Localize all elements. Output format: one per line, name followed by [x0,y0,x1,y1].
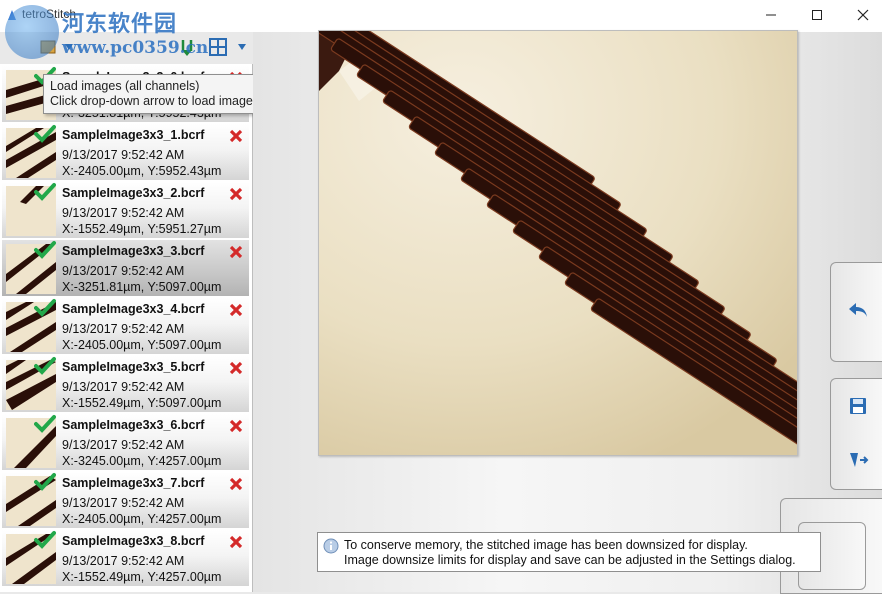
grid-layout-icon [209,38,227,56]
image-timestamp: 9/13/2017 9:52:42 AM [62,264,185,278]
image-coordinates: X:-1552.49µm, Y:5097.00µm [62,396,222,410]
check-icon [34,473,56,491]
image-filename: SampleImage3x3_2.bcrf [62,186,205,200]
image-filename: SampleImage3x3_4.bcrf [62,302,205,316]
image-timestamp: 9/13/2017 9:52:42 AM [62,206,185,220]
close-button[interactable] [840,0,882,30]
close-icon [857,9,869,21]
image-coordinates: X:-3251.81µm, Y:5097.00µm [62,280,222,294]
minimize-button[interactable] [748,0,794,30]
dropdown-arrow-icon [238,44,246,50]
info-icon [323,538,339,554]
remove-icon[interactable] [228,476,244,492]
image-filename: SampleImage3x3_7.bcrf [62,476,205,490]
image-coordinates: X:-2405.00µm, Y:4257.00µm [62,512,222,526]
check-icon [34,125,56,143]
export-icon [850,453,869,467]
undo-button[interactable] [836,290,880,330]
grid-layout-dropdown[interactable] [236,36,248,58]
image-list-item[interactable]: SampleImage3x3_3.bcrf 9/13/2017 9:52:42 A… [2,240,249,296]
maximize-icon [812,10,822,20]
check-icon [34,299,56,317]
undo-icon [849,303,867,317]
image-timestamp: 9/13/2017 9:52:42 AM [62,322,185,336]
export-button[interactable] [836,442,880,478]
stitched-image [319,31,797,455]
remove-icon[interactable] [228,302,244,318]
image-list-item[interactable]: SampleImage3x3_7.bcrf 9/13/2017 9:52:42 A… [2,472,249,528]
watermark-url: www.pc0359.cn [62,38,209,58]
image-filename: SampleImage3x3_3.bcrf [62,244,205,258]
image-list-item[interactable]: SampleImage3x3_2.bcrf 9/13/2017 9:52:42 A… [2,182,249,238]
minimize-icon [766,14,776,16]
image-list-item[interactable]: SampleImage3x3_4.bcrf 9/13/2017 9:52:42 A… [2,298,249,354]
image-coordinates: X:-1552.49µm, Y:4257.00µm [62,570,222,584]
watermark-text: 河东软件园 [62,11,178,37]
remove-icon[interactable] [228,244,244,260]
remove-icon[interactable] [228,418,244,434]
memory-notice: To conserve memory, the stitched image h… [317,532,821,572]
image-timestamp: 9/13/2017 9:52:42 AM [62,496,185,510]
image-filename: SampleImage3x3_6.bcrf [62,418,205,432]
check-icon [34,183,56,201]
image-filename: SampleImage3x3_5.bcrf [62,360,205,374]
image-list-item[interactable]: SampleImage3x3_6.bcrf 9/13/2017 9:52:42 A… [2,414,249,470]
stitched-image-canvas[interactable] [318,30,798,456]
remove-icon[interactable] [228,128,244,144]
image-coordinates: X:-3245.00µm, Y:4257.00µm [62,454,222,468]
check-icon [34,415,56,433]
image-list-item[interactable]: SampleImage3x3_5.bcrf 9/13/2017 9:52:42 A… [2,356,249,412]
image-timestamp: 9/13/2017 9:52:42 AM [62,148,185,162]
image-timestamp: 9/13/2017 9:52:42 AM [62,438,185,452]
notice-line-1: To conserve memory, the stitched image h… [344,538,748,552]
image-list-item[interactable]: SampleImage3x3_1.bcrf 9/13/2017 9:52:42 A… [2,124,249,180]
remove-icon[interactable] [228,534,244,550]
image-list-item[interactable]: SampleImage3x3_8.bcrf 9/13/2017 9:52:42 A… [2,530,249,586]
image-filename: SampleImage3x3_8.bcrf [62,534,205,548]
image-timestamp: 9/13/2017 9:52:42 AM [62,380,185,394]
remove-icon[interactable] [228,186,244,202]
check-icon [34,241,56,259]
image-coordinates: X:-2405.00µm, Y:5097.00µm [62,338,222,352]
image-timestamp: 9/13/2017 9:52:42 AM [62,554,185,568]
image-list-panel: SampleImage3x3_0.bcrfX:-3251.81µm, Y:595… [0,64,253,592]
tooltip-line-1: Load images (all channels) [50,79,200,93]
watermark-logo [5,5,59,59]
grid-layout-button[interactable] [207,36,229,58]
check-icon [34,357,56,375]
maximize-button[interactable] [794,0,840,30]
save-icon [850,398,866,414]
notice-line-2: Image downsize limits for display and sa… [344,553,796,567]
image-filename: SampleImage3x3_1.bcrf [62,128,205,142]
image-coordinates: X:-2405.00µm, Y:5952.43µm [62,164,222,178]
remove-icon[interactable] [228,360,244,376]
check-icon [34,531,56,549]
save-button[interactable] [836,388,880,424]
image-coordinates: X:-1552.49µm, Y:5951.27µm [62,222,222,236]
